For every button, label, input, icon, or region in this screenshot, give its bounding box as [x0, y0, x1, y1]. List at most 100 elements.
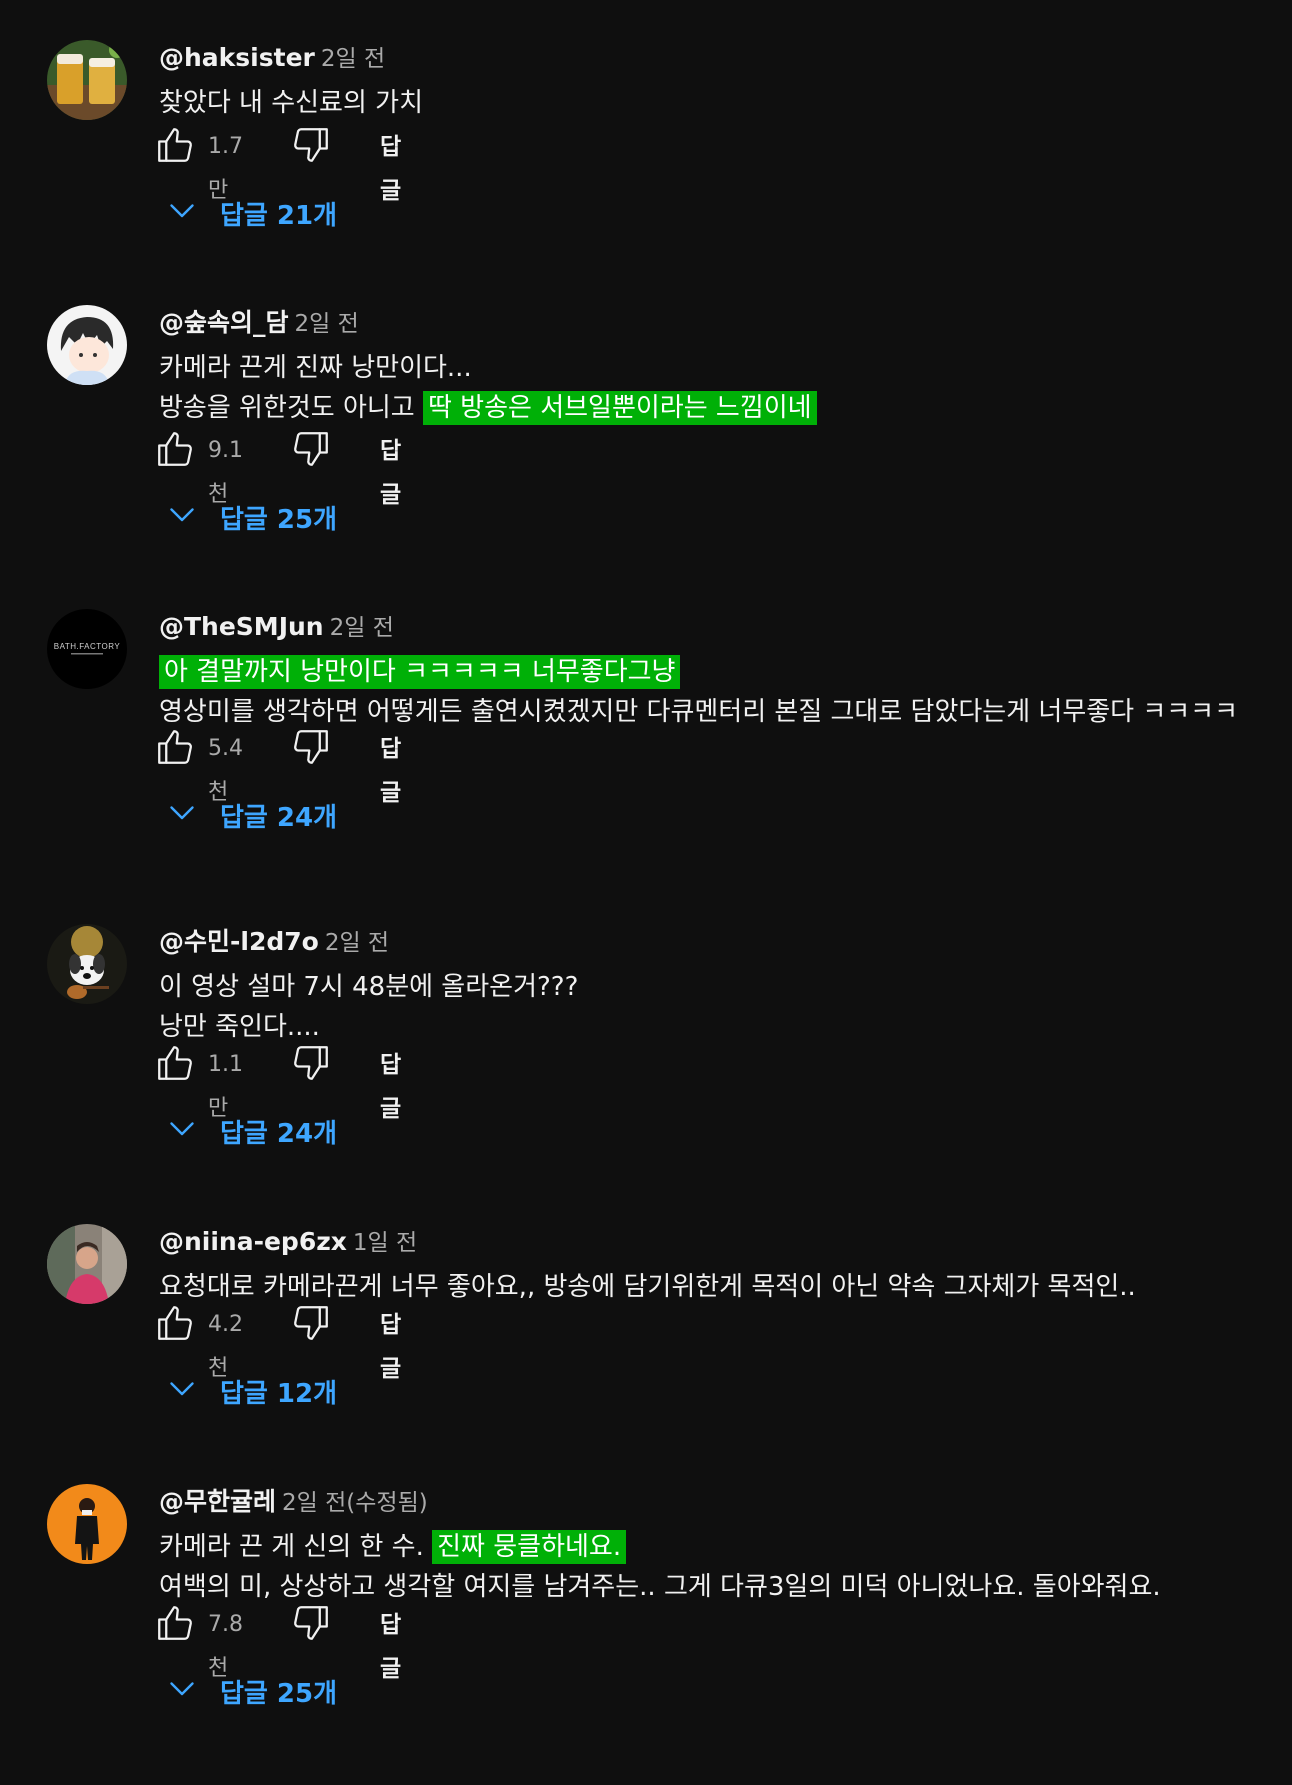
comment-text: 카메라 끈게 진짜 낭만이다... 방송을 위한것도 아니고 딱 방송은 서브일뿐… — [159, 348, 1279, 428]
replies-count-label[interactable]: 답글 12개 — [220, 1373, 337, 1410]
like-button[interactable] — [154, 125, 196, 169]
beer-avatar — [47, 40, 127, 120]
view-replies-button[interactable]: 답글 12개 — [164, 1369, 337, 1413]
thumbs-up-icon — [154, 726, 196, 772]
thumbs-down-icon — [290, 1302, 332, 1348]
like-button[interactable] — [154, 727, 196, 771]
comment-text: 이 영상 설마 7시 48분에 올라온거??? 낭만 죽인다.... — [159, 967, 1279, 1047]
author-name[interactable]: @haksister — [159, 43, 315, 72]
thumbs-down-icon — [290, 428, 332, 474]
bath-factory-logo-avatar: BATH.FACTORY — [47, 609, 127, 689]
comment-text-segment: 낭만 죽인다.... — [159, 1012, 320, 1042]
comment-time[interactable]: 2일 전 — [325, 930, 389, 956]
replies-count-label[interactable]: 답글 25개 — [220, 1673, 337, 1710]
like-button[interactable] — [154, 1603, 196, 1647]
comment-time[interactable]: 2일 전 — [330, 615, 394, 641]
comment-time[interactable]: 1일 전 — [353, 1230, 417, 1256]
comment-header: @무한귤레 2일 전(수정됨) — [159, 1485, 428, 1522]
comment-line: 카메라 끈게 진짜 낭만이다... — [159, 348, 1279, 388]
comment-text-segment: 방송을 위한것도 아니고 — [159, 393, 423, 423]
comment-line: 요청대로 카메라끈게 너무 좋아요,, 방송에 담기위한게 목적이 아닌 약속 … — [159, 1267, 1279, 1307]
thumbs-down-icon — [290, 726, 332, 772]
comment-line: 카메라 끈 게 신의 한 수. 진짜 뭉클하네요. — [159, 1527, 1279, 1567]
chevron-down-icon — [164, 496, 220, 539]
comment-thread: BATH.FACTORY @TheSMJun 2일 전 아 결말까지 낭만이다 ㅋ… — [0, 609, 1292, 859]
comment-line: 찾았다 내 수신료의 가치 — [159, 83, 1279, 123]
like-button[interactable] — [154, 429, 196, 473]
author-name[interactable]: @무한귤레 — [159, 1487, 276, 1516]
dislike-button[interactable] — [290, 125, 332, 169]
replies-count-label[interactable]: 답글 24개 — [220, 797, 337, 834]
comment-time[interactable]: 2일 전(수정됨) — [282, 1490, 428, 1516]
avatar[interactable] — [47, 924, 127, 1004]
comment-text: 요청대로 카메라끈게 너무 좋아요,, 방송에 담기위한게 목적이 아닌 약속 … — [159, 1267, 1279, 1307]
comment-header: @TheSMJun 2일 전 — [159, 610, 394, 647]
comment-text-segment: 카메라 끈게 진짜 낭만이다... — [159, 353, 472, 383]
chevron-down-icon — [164, 1370, 220, 1413]
view-replies-button[interactable]: 답글 21개 — [164, 191, 337, 235]
comment-header: @수민-l2d7o 2일 전 — [159, 925, 389, 962]
reply-button[interactable]: 답글 — [380, 1603, 401, 1691]
thumbs-up-icon — [154, 1302, 196, 1348]
avatar[interactable] — [47, 305, 127, 385]
comment-thread: @niina-ep6zx 1일 전 요청대로 카메라끈게 너무 좋아요,, 방송에… — [0, 1224, 1292, 1435]
author-name[interactable]: @TheSMJun — [159, 612, 324, 641]
avatar[interactable] — [47, 40, 127, 120]
comment-time[interactable]: 2일 전 — [321, 46, 385, 72]
chevron-down-icon — [164, 794, 220, 837]
comment-time[interactable]: 2일 전 — [295, 311, 359, 337]
comment-text-segment: 이 영상 설마 7시 48분에 올라온거??? — [159, 972, 579, 1002]
avatar[interactable] — [47, 1484, 127, 1564]
reply-button[interactable]: 답글 — [380, 727, 401, 815]
comment-text-segment: 카메라 끈 게 신의 한 수. — [159, 1532, 433, 1562]
replies-count-label[interactable]: 답글 21개 — [220, 195, 337, 232]
view-replies-button[interactable]: 답글 25개 — [164, 1669, 337, 1713]
replies-count-label[interactable]: 답글 24개 — [220, 1113, 337, 1150]
thumbs-up-icon — [154, 1042, 196, 1088]
replies-count-label[interactable]: 답글 25개 — [220, 499, 337, 536]
dislike-button[interactable] — [290, 1043, 332, 1087]
dislike-button[interactable] — [290, 1303, 332, 1347]
comment-line: 낭만 죽인다.... — [159, 1007, 1279, 1047]
dislike-button[interactable] — [290, 1603, 332, 1647]
chevron-down-icon — [164, 1670, 220, 1713]
comment-text: 아 결말까지 낭만이다 ㅋㅋㅋㅋㅋ 너무좋다그냥영상미를 생각하면 어떻게든 출… — [159, 652, 1279, 732]
author-name[interactable]: @수민-l2d7o — [159, 927, 319, 956]
reply-button[interactable]: 답글 — [380, 125, 401, 213]
highlighted-text: 딱 방송은 서브일뿐이라는 느낌이네 — [423, 391, 817, 425]
dog-guitar-avatar — [47, 924, 127, 1004]
comment-text-segment: 찾았다 내 수신료의 가치 — [159, 88, 423, 118]
author-name[interactable]: @숲속의_담 — [159, 308, 289, 337]
dislike-button[interactable] — [290, 429, 332, 473]
view-replies-button[interactable]: 답글 25개 — [164, 495, 337, 539]
highlighted-text: 진짜 뭉클하네요. — [432, 1530, 627, 1564]
like-button[interactable] — [154, 1043, 196, 1087]
comment-thread: @수민-l2d7o 2일 전 이 영상 설마 7시 48분에 올라온거??? 낭만 … — [0, 924, 1292, 1175]
reply-button[interactable]: 답글 — [380, 1043, 401, 1131]
view-replies-button[interactable]: 답글 24개 — [164, 1109, 337, 1153]
person-photo-avatar — [47, 1224, 127, 1304]
thumbs-up-icon — [154, 1602, 196, 1648]
avatar[interactable] — [47, 1224, 127, 1304]
comment-text: 찾았다 내 수신료의 가치 — [159, 83, 1279, 123]
author-name[interactable]: @niina-ep6zx — [159, 1227, 347, 1256]
view-replies-button[interactable]: 답글 24개 — [164, 793, 337, 837]
thumbs-down-icon — [290, 1602, 332, 1648]
dislike-button[interactable] — [290, 727, 332, 771]
highlighted-text: 아 결말까지 낭만이다 ㅋㅋㅋㅋㅋ 너무좋다그냥 — [159, 655, 681, 689]
thumbs-up-icon — [154, 124, 196, 170]
like-button[interactable] — [154, 1303, 196, 1347]
orange-person-avatar — [47, 1484, 127, 1564]
comment-text-segment: 여백의 미, 상상하고 생각할 여지를 남겨주는.. 그게 다큐3일의 미덕 아… — [159, 1572, 1161, 1602]
comment-line: 여백의 미, 상상하고 생각할 여지를 남겨주는.. 그게 다큐3일의 미덕 아… — [159, 1567, 1279, 1607]
avatar[interactable]: BATH.FACTORY — [47, 609, 127, 689]
comment-text-segment: 영상미를 생각하면 어떻게든 출연시켰겠지만 다큐멘터리 본질 그대로 담았다는… — [159, 697, 1239, 727]
comment-header: @haksister 2일 전 — [159, 41, 385, 78]
comment-thread: @숲속의_담 2일 전 카메라 끈게 진짜 낭만이다... 방송을 위한것도 아니고… — [0, 305, 1292, 561]
reply-button[interactable]: 답글 — [380, 429, 401, 517]
thumbs-down-icon — [290, 1042, 332, 1088]
reply-button[interactable]: 답글 — [380, 1303, 401, 1391]
comment-line: 아 결말까지 낭만이다 ㅋㅋㅋㅋㅋ 너무좋다그냥 — [159, 652, 1279, 692]
chevron-down-icon — [164, 192, 220, 235]
thumbs-up-icon — [154, 428, 196, 474]
